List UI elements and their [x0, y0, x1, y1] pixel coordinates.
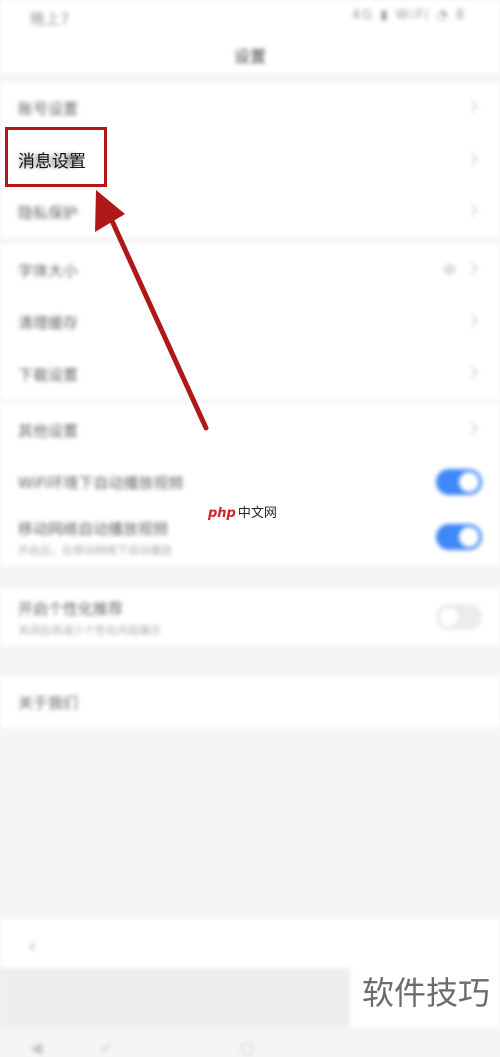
annotation-highlight-box	[5, 127, 107, 187]
watermark-php: php	[208, 506, 236, 521]
nav-back-icon[interactable]: ◀	[30, 1038, 42, 1057]
settings-group-about: 关于我们	[0, 676, 500, 728]
status-bar: 晚上7 4G ▮ WiFi ◔ 8	[0, 0, 500, 34]
chevron-right-icon	[465, 204, 478, 217]
wifi-autoplay-toggle[interactable]	[436, 469, 482, 495]
nav-home-icon[interactable]: ○	[240, 1038, 254, 1057]
status-indicators: 4G ▮ WiFi ◔ 8	[352, 8, 466, 23]
watermark-text: 中文网	[237, 506, 277, 521]
row-label: 开启个性化推荐	[18, 600, 124, 618]
row-value: 中	[442, 264, 456, 279]
chevron-right-icon	[465, 422, 478, 435]
recommend-toggle[interactable]	[436, 604, 482, 630]
row-label: 移动网络自动播放视频	[18, 520, 169, 538]
row-label: 清理缓存	[18, 314, 79, 332]
row-subtitle: 开启后，在移动网络下自动播放	[18, 544, 172, 557]
settings-group-display: 字体大小 中 清理缓存 下载设置	[0, 244, 500, 400]
settings-row-recommend: 开启个性化推荐 关闭后将减少个性化内容展示	[0, 588, 500, 646]
settings-row-about[interactable]: 关于我们	[0, 676, 500, 728]
nav-check-icon[interactable]: ✓	[100, 1038, 113, 1057]
site-watermark: php 中文网	[208, 502, 277, 521]
mobile-autoplay-toggle[interactable]	[436, 524, 482, 550]
back-arrow-icon[interactable]: ‹	[28, 934, 37, 959]
chevron-right-icon	[465, 152, 478, 165]
row-subtitle: 关闭后将减少个性化内容展示	[18, 624, 161, 637]
chevron-right-icon	[465, 262, 478, 275]
row-label: 隐私保护	[18, 204, 79, 222]
nav-bar: ◀ ✓ ○	[0, 968, 350, 1057]
row-label: 字体大小	[18, 262, 79, 280]
settings-row-download[interactable]: 下载设置	[0, 348, 500, 400]
settings-group-recommend: 开启个性化推荐 关闭后将减少个性化内容展示	[0, 588, 500, 646]
settings-row-other[interactable]: 其他设置	[0, 404, 500, 456]
row-label: 关于我们	[18, 694, 79, 712]
row-label: 账号设置	[18, 100, 79, 118]
settings-row-wifi-autoplay: WiFi环境下自动播放视频	[0, 456, 500, 508]
settings-row-font-size[interactable]: 字体大小 中	[0, 244, 500, 296]
chevron-right-icon	[465, 366, 478, 379]
row-label: 下载设置	[18, 366, 79, 384]
settings-row-clear-cache[interactable]: 清理缓存	[0, 296, 500, 348]
corner-watermark: 软件技巧	[361, 974, 490, 1012]
row-label: 其他设置	[18, 422, 79, 440]
settings-row-privacy[interactable]: 隐私保护	[0, 186, 500, 238]
row-label: WiFi环境下自动播放视频	[18, 474, 184, 492]
status-time: 晚上7	[30, 10, 70, 28]
header: 设置	[0, 34, 500, 74]
chevron-right-icon	[465, 100, 478, 113]
settings-group-playback: 其他设置 WiFi环境下自动播放视频 移动网络自动播放视频 开启后，在移动网络下…	[0, 404, 500, 566]
page-title: 设置	[233, 47, 266, 66]
chevron-right-icon	[465, 314, 478, 327]
